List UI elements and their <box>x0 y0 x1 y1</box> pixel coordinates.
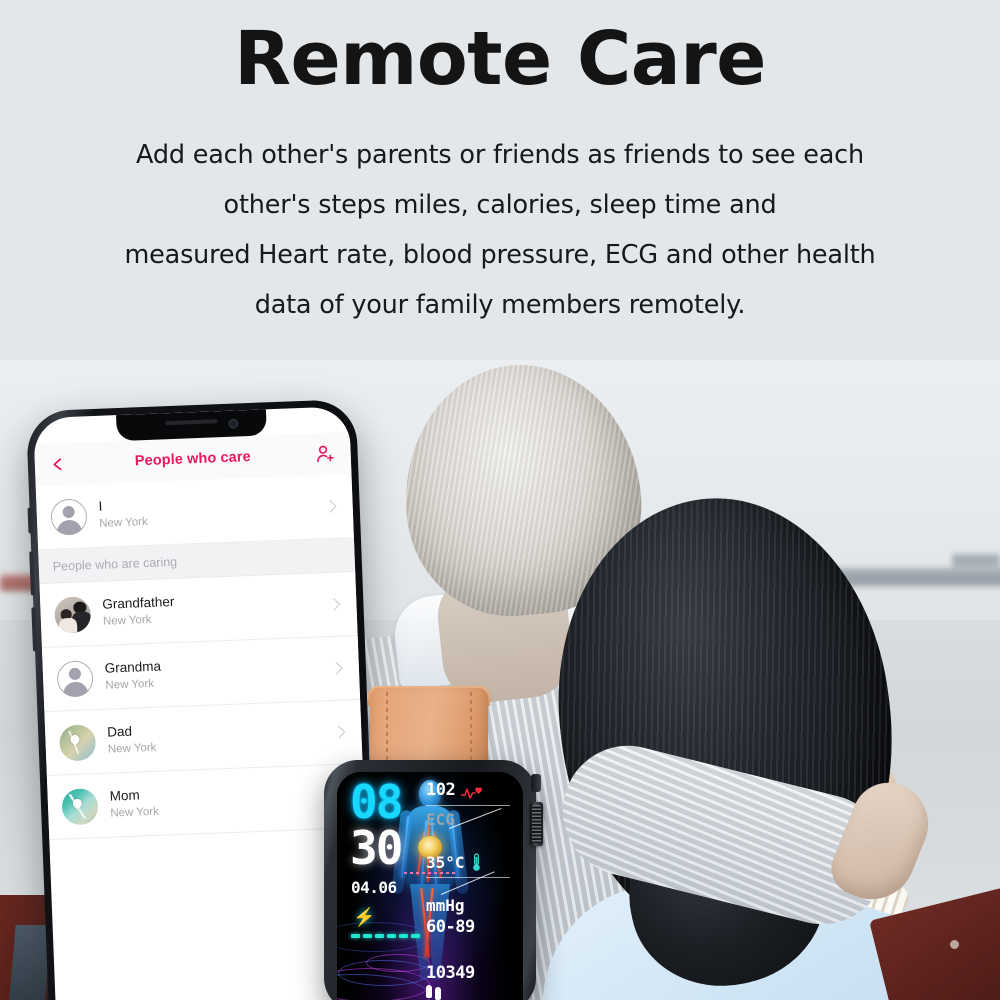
hero-description: Add each other's parents or friends as f… <box>60 130 940 330</box>
watch-metrics-column: 102 ECG 35°C mmHg 60-89 10349 <box>426 780 514 1000</box>
earpiece-speaker <box>165 419 218 426</box>
steps-value: 10349 <box>426 963 475 983</box>
watch-screen[interactable]: 08 30 04.06 ⚡ 102 ECG 35°C mmHg 60-89 10… <box>337 772 523 1000</box>
watch-minute: 30 <box>350 821 403 875</box>
bp-unit-label: mmHg <box>426 896 465 915</box>
add-person-icon[interactable] <box>314 444 335 465</box>
ecg-label: ECG <box>426 810 455 829</box>
bench-screw <box>950 940 959 949</box>
row-text: Grandfather New York <box>102 587 330 631</box>
phone-volume-up-button[interactable] <box>29 551 35 596</box>
phone-mute-switch[interactable] <box>27 507 33 534</box>
watch-hour: 08 <box>350 775 403 829</box>
temperature-metric: 35°C <box>426 853 514 872</box>
thermometer-icon <box>471 853 482 872</box>
temperature-value: 35°C <box>426 853 465 872</box>
bp-value: 60-89 <box>426 917 475 937</box>
distant-ship-secondary <box>952 554 1000 568</box>
battery-segments <box>351 934 420 938</box>
self-row[interactable]: I New York <box>35 474 354 551</box>
hero-section: Remote Care Add each other's parents or … <box>0 0 1000 360</box>
watch-date: 04.06 <box>351 878 397 897</box>
default-person-avatar-icon <box>56 659 94 698</box>
avatar <box>56 659 94 698</box>
heart-rate-metric: 102 <box>426 780 514 800</box>
default-person-avatar-icon <box>50 497 88 536</box>
distant-ship <box>830 568 1000 586</box>
phone-volume-down-button[interactable] <box>31 607 38 652</box>
lightning-bolt-icon: ⚡ <box>353 907 376 927</box>
avatar <box>61 787 99 825</box>
metric-divider-1 <box>426 805 510 806</box>
row-text: Dad New York <box>107 715 335 759</box>
metric-divider-2 <box>426 877 510 878</box>
watch-case: 08 30 04.06 ⚡ 102 ECG 35°C mmHg 60-89 10… <box>324 760 543 1000</box>
hero-line-1: Add each other's parents or friends as f… <box>136 140 864 170</box>
row-text: Mom New York <box>109 779 337 823</box>
couple-photo-avatar <box>53 595 92 634</box>
hero-line-2: other's steps miles, calories, sleep tim… <box>223 190 777 220</box>
hero-line-4: data of your family members remotely. <box>254 290 746 320</box>
avatar <box>53 595 92 634</box>
front-camera <box>228 418 239 429</box>
watch-side-button[interactable] <box>531 774 541 792</box>
footsteps-icon <box>426 985 514 1000</box>
list-item[interactable]: Grandfather New York <box>39 572 358 649</box>
smartwatch-mockup: 08 30 04.06 ⚡ 102 ECG 35°C mmHg 60-89 10… <box>310 686 560 1000</box>
heart-ecg-icon <box>460 784 485 799</box>
knurled-crown-button[interactable] <box>530 802 543 846</box>
avatar <box>50 497 88 536</box>
heart-rate-value: 102 <box>426 780 456 800</box>
chevron-left-icon[interactable] <box>51 458 64 471</box>
app-title: People who care <box>134 448 252 470</box>
hero-line-3: measured Heart rate, blood pressure, ECG… <box>124 240 876 270</box>
row-text: I New York <box>98 489 326 533</box>
row-text: Grandma New York <box>104 651 332 695</box>
page-title: Remote Care <box>234 16 766 102</box>
avatar <box>58 723 97 762</box>
